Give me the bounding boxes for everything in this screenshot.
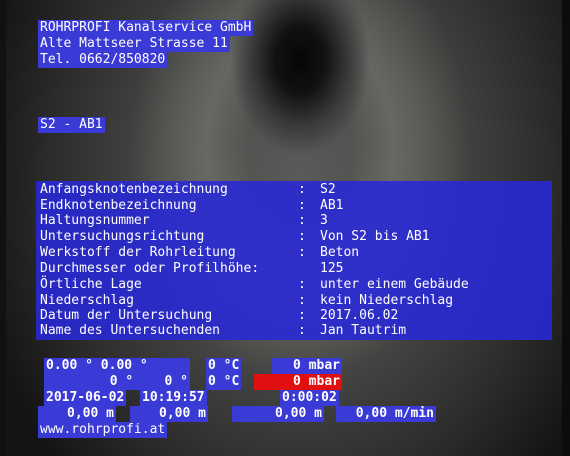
info-value: Von S2 bis AB1	[320, 229, 430, 244]
recording-time: 10:19:57	[140, 390, 207, 406]
info-label: Örtliche Lage	[40, 277, 142, 292]
info-label: Endknotenbezeichnung	[40, 198, 197, 213]
info-label: Werkstoff der Rohrleitung	[40, 245, 236, 260]
info-separator: :	[298, 213, 306, 228]
temperature-readout-2: 0 °C	[206, 374, 242, 390]
info-label: Anfangsknotenbezeichnung	[40, 182, 228, 197]
info-label: Untersuchungsrichtung	[40, 229, 205, 244]
info-label: Datum der Untersuchung	[40, 308, 213, 323]
info-value: 125	[320, 261, 344, 276]
info-value: kein Niederschlag	[320, 293, 454, 308]
speed-readout: 0,00 m/min	[336, 406, 436, 422]
info-value: Beton	[320, 245, 360, 260]
info-separator: :	[298, 198, 306, 213]
temperature-readout: 0 °C	[206, 358, 242, 374]
info-separator: :	[298, 293, 306, 308]
inclination-readout-2: 0 ° 0 °	[44, 374, 190, 390]
pressure-alarm-readout: 0 mbar	[254, 374, 342, 390]
info-value: Jan Tautrim	[320, 323, 407, 338]
info-label: Haltungsnummer	[40, 213, 150, 228]
recording-date: 2017-06-02	[44, 390, 127, 406]
company-phone: Tel. 0662/850820	[38, 52, 168, 68]
distance-readout-3: 0,00 m	[232, 406, 324, 422]
info-value: AB1	[320, 198, 344, 213]
distance-readout: 0,00 m	[38, 406, 116, 422]
info-separator: :	[298, 182, 306, 197]
info-value: unter einem Gebäude	[320, 277, 469, 292]
company-street: Alte Mattseer Strasse 11	[38, 36, 230, 52]
info-value: S2	[320, 182, 336, 197]
info-separator: :	[298, 277, 306, 292]
elapsed-time: 0:00:02	[280, 390, 339, 406]
inspection-info-panel: Anfangsknotenbezeichnung: S2 Endknotenbez…	[36, 181, 552, 340]
info-separator: :	[298, 308, 306, 323]
info-label: Name des Untersuchenden	[40, 323, 221, 338]
info-separator: :	[298, 229, 306, 244]
inclination-readout: 0.00 ° 0.00 °	[44, 358, 190, 374]
company-name: ROHRPROFI Kanalservice GmbH	[38, 20, 254, 36]
frame-edge-right	[562, 0, 570, 456]
frame-edge-left	[0, 0, 6, 456]
info-label: Niederschlag	[40, 293, 134, 308]
pressure-readout: 0 mbar	[272, 358, 342, 374]
section-label: S2 - AB1	[38, 117, 105, 133]
info-value: 3	[320, 213, 328, 228]
website-url: www.rohrprofi.at	[38, 422, 168, 438]
distance-readout-2: 0,00 m	[130, 406, 208, 422]
info-value: 2017.06.02	[320, 308, 399, 323]
info-label: Durchmesser oder Profilhöhe:	[40, 261, 260, 276]
info-separator: :	[298, 245, 306, 260]
info-separator: :	[298, 323, 306, 338]
